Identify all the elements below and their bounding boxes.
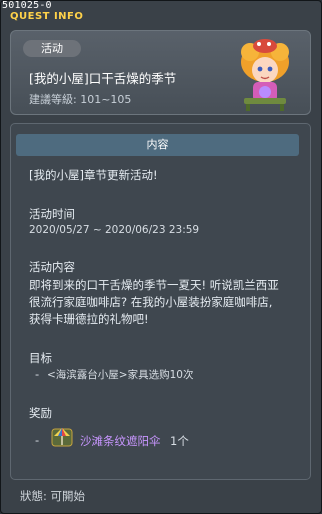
reward-item-count: 1个 bbox=[170, 434, 189, 448]
window-title: QUEST INFO bbox=[10, 11, 84, 22]
description-line: 即将到来的口干舌燥的季节一夏天! 听说凯兰西亚 bbox=[29, 278, 279, 292]
reward-item-name[interactable]: 沙滩条纹遮阳伞 bbox=[80, 433, 161, 449]
window-id-text: 501025-0 bbox=[2, 0, 52, 11]
goal-item: <海滨露台小屋>家具选购10次 bbox=[47, 369, 194, 381]
category-badge: 活动 bbox=[23, 40, 81, 57]
content-header: 内容 bbox=[16, 134, 299, 156]
quest-name: [我的小屋]口干舌燥的季节 bbox=[29, 71, 177, 86]
reward-label: 奖励 bbox=[29, 406, 52, 420]
goal-label: 目标 bbox=[29, 351, 52, 365]
period-value: 2020/05/27 ~ 2020/06/23 23:59 bbox=[29, 224, 200, 236]
beach-parasol-icon[interactable] bbox=[50, 424, 74, 448]
reward-dash: - bbox=[35, 433, 40, 447]
intro-text: [我的小屋]章节更新活动! bbox=[29, 168, 158, 182]
period-label: 活动时间 bbox=[29, 207, 75, 221]
goal-dash: - bbox=[35, 367, 40, 381]
npc-portrait-icon bbox=[241, 39, 289, 111]
description-line: 很流行家庭咖啡店? 在我的小屋装扮家庭咖啡店, bbox=[29, 295, 273, 309]
recommended-level: 建議等級: 101~105 bbox=[29, 93, 132, 106]
quest-status: 狀態: 可開始 bbox=[20, 489, 86, 503]
description-label: 活动内容 bbox=[29, 260, 75, 274]
description-line: 获得卡珊德拉的礼物吧! bbox=[29, 312, 149, 326]
